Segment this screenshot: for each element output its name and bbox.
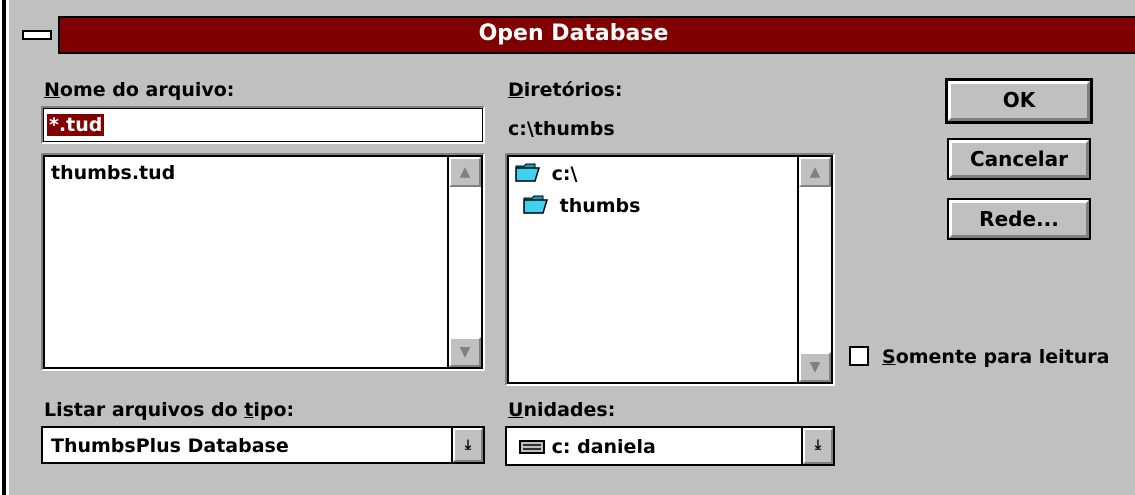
system-menu-button[interactable]	[12, 16, 60, 54]
hard-drive-icon	[519, 440, 545, 454]
scroll-down-button[interactable]: ▼	[799, 352, 831, 382]
file-list[interactable]: thumbs.tud ▲ ▼	[41, 153, 485, 371]
drive-select-value-wrap: c: daniela	[519, 436, 656, 458]
file-type-label: Listar arquivos do tipo:	[44, 399, 295, 421]
drives-label: Unidades:	[508, 399, 616, 421]
network-button[interactable]: Rede...	[947, 198, 1091, 240]
drive-select-value: c: daniela	[551, 436, 656, 458]
directories-label: Diretórios:	[508, 79, 623, 101]
dropdown-arrow-icon: ⤓	[814, 437, 822, 453]
file-type-value: ThumbsPlus Database	[51, 435, 289, 457]
filename-input[interactable]: *.tud	[41, 106, 485, 144]
file-type-dropdown-button[interactable]: ⤓	[451, 428, 483, 462]
filename-label: Nome do arquivo:	[44, 79, 235, 101]
drive-select[interactable]: c: daniela ⤓	[505, 426, 835, 466]
up-arrow-icon: ▲	[809, 164, 821, 180]
directory-list-scrollbar[interactable]: ▲ ▼	[797, 157, 831, 382]
ok-button[interactable]: OK	[945, 78, 1093, 124]
dropdown-arrow-icon: ⤓	[464, 437, 472, 453]
open-folder-icon	[523, 195, 549, 214]
drive-dropdown-button[interactable]: ⤓	[801, 428, 833, 464]
scroll-up-button[interactable]: ▲	[449, 157, 481, 187]
directory-item-thumbs[interactable]: thumbs	[523, 195, 640, 217]
readonly-checkbox[interactable]	[849, 346, 869, 366]
scroll-up-button[interactable]: ▲	[799, 157, 831, 187]
down-arrow-icon: ▼	[459, 344, 471, 360]
ok-button-label: OK	[1002, 88, 1036, 112]
window-title: Open Database	[478, 21, 669, 46]
window-border-line	[2, 0, 6, 495]
system-menu-icon	[22, 30, 52, 40]
directory-item-root[interactable]: c:\	[515, 163, 577, 185]
cancel-button[interactable]: Cancelar	[947, 138, 1091, 180]
file-list-scrollbar[interactable]: ▲ ▼	[447, 157, 481, 367]
cancel-button-label: Cancelar	[969, 147, 1069, 171]
readonly-label[interactable]: Somente para leitura	[882, 346, 1109, 368]
file-list-item[interactable]: thumbs.tud	[51, 162, 175, 184]
filename-input-value: *.tud	[47, 114, 105, 136]
directory-item-label: c:\	[551, 163, 578, 185]
directory-item-label: thumbs	[559, 195, 641, 217]
file-type-select[interactable]: ThumbsPlus Database ⤓	[41, 426, 485, 464]
open-folder-icon	[515, 163, 541, 182]
directory-list[interactable]: c:\ thumbs ▲ ▼	[505, 153, 835, 386]
scroll-down-button[interactable]: ▼	[449, 337, 481, 367]
network-button-label: Rede...	[979, 207, 1059, 231]
up-arrow-icon: ▲	[459, 164, 471, 180]
down-arrow-icon: ▼	[809, 359, 821, 375]
current-directory: c:\thumbs	[508, 118, 615, 140]
